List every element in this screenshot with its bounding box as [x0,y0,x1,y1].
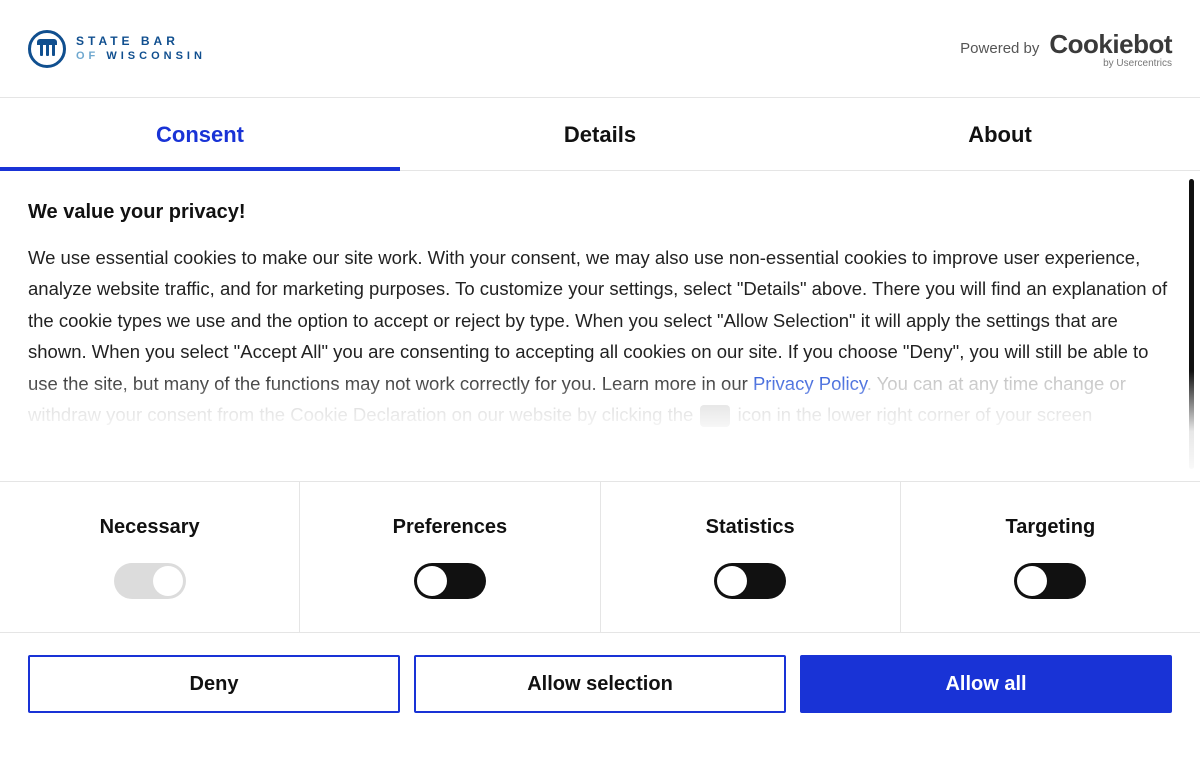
tab-about[interactable]: About [800,98,1200,170]
category-targeting: Targeting [901,482,1200,632]
toggle-knob [153,566,183,596]
consent-title: We value your privacy! [28,201,1172,224]
brand-line2: OF WISCONSIN [76,49,206,63]
cookie-declaration-link[interactable]: Cookie Declaration [290,404,446,425]
powered-by-label: Powered by [960,40,1039,57]
tab-consent[interactable]: Consent [0,98,400,170]
brand-logo-text: STATE BAR OF WISCONSIN [76,34,206,64]
toggle-targeting[interactable] [1014,563,1086,599]
toggle-preferences[interactable] [414,563,486,599]
brand-logo-icon [28,30,66,68]
category-label: Targeting [1006,516,1096,539]
privacy-policy-link[interactable]: Privacy Policy [753,373,867,394]
powered-by: Powered by Cookiebot by Usercentrics [960,29,1172,69]
cookiebot-logo[interactable]: Cookiebot by Usercentrics [1049,29,1172,69]
category-label: Preferences [393,516,508,539]
category-necessary: Necessary [0,482,300,632]
cookie-settings-icon [700,405,730,427]
scrollbar-thumb[interactable] [1189,179,1194,469]
category-statistics: Statistics [601,482,901,632]
tab-details[interactable]: Details [400,98,800,170]
category-label: Statistics [706,516,795,539]
consent-body: We value your privacy! We use essential … [0,171,1200,481]
toggle-statistics[interactable] [714,563,786,599]
cookie-categories: Necessary Preferences Statistics Targeting [0,481,1200,633]
category-label: Necessary [100,516,200,539]
cookiebot-subtext: by Usercentrics [1103,58,1172,69]
consent-text: We use essential cookies to make our sit… [28,242,1172,431]
toggle-knob [1017,566,1047,596]
brand-line1: STATE BAR [76,34,206,50]
allow-selection-button[interactable]: Allow selection [414,655,786,713]
brand-logo: STATE BAR OF WISCONSIN [28,30,206,68]
toggle-knob [717,566,747,596]
deny-button[interactable]: Deny [28,655,400,713]
cookiebot-wordmark: Cookiebot [1049,29,1172,60]
tab-bar: Consent Details About [0,98,1200,171]
category-preferences: Preferences [300,482,600,632]
toggle-necessary [114,563,186,599]
action-bar: Deny Allow selection Allow all [0,633,1200,735]
allow-all-button[interactable]: Allow all [800,655,1172,713]
dialog-header: STATE BAR OF WISCONSIN Powered by Cookie… [0,0,1200,98]
toggle-knob [417,566,447,596]
